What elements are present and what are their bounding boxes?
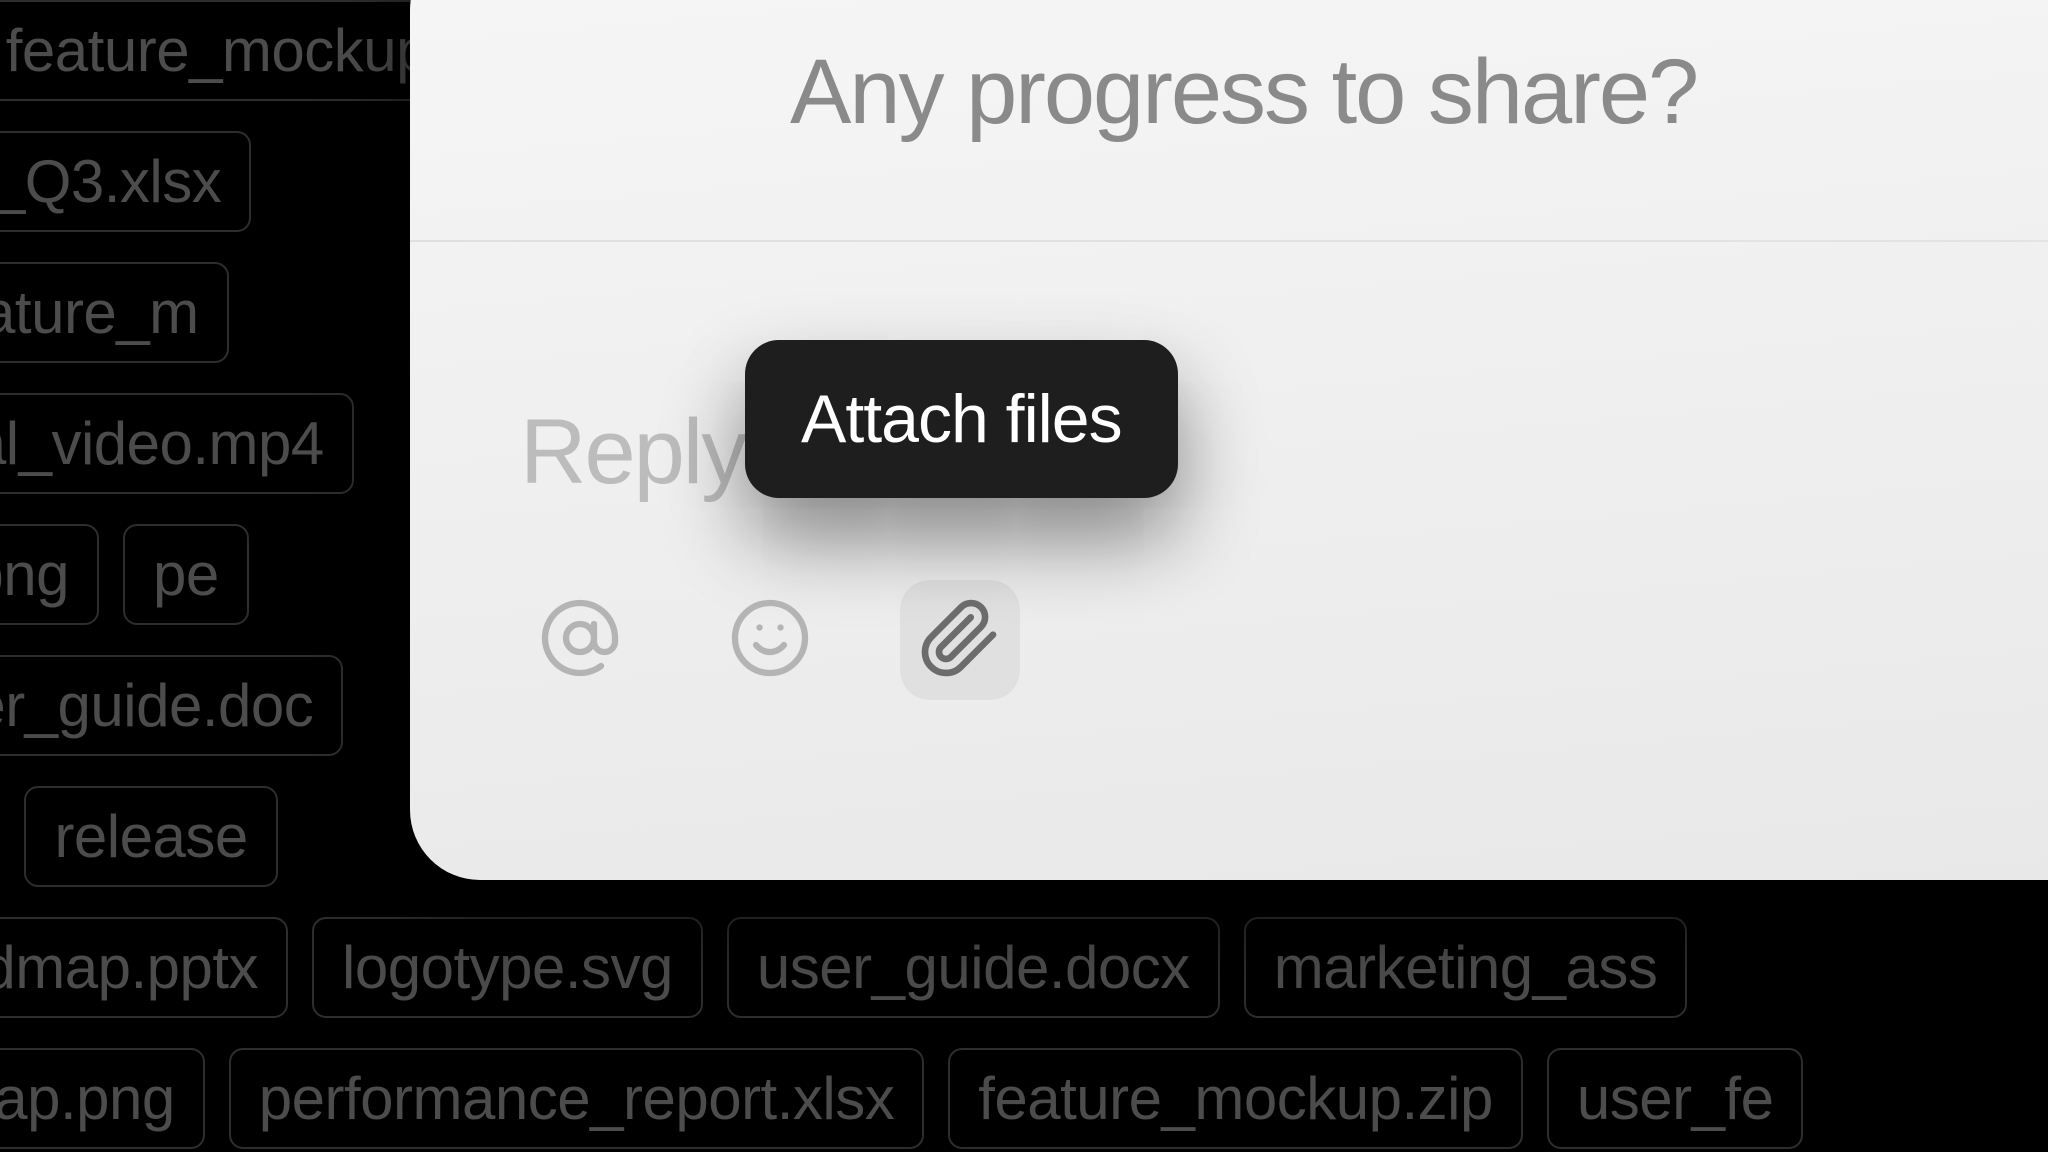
file-chip: iser_guide.doc bbox=[0, 655, 343, 756]
file-chip: release bbox=[24, 786, 277, 887]
at-sign-icon bbox=[538, 596, 622, 685]
file-chip: nal_video.mp4 bbox=[0, 393, 354, 494]
mention-button[interactable] bbox=[520, 580, 640, 700]
attach-files-tooltip: Attach files bbox=[745, 340, 1178, 498]
file-chip: performance_report.xlsx bbox=[229, 1048, 924, 1149]
file-chip: atmap.png bbox=[0, 524, 99, 625]
file-chip: feature_mockup.zip bbox=[948, 1048, 1523, 1149]
smile-icon bbox=[728, 596, 812, 685]
attach-files-button[interactable] bbox=[900, 580, 1020, 700]
file-chip: logotype.svg bbox=[312, 917, 703, 1018]
file-chip: feature_m bbox=[0, 262, 229, 363]
reply-input-placeholder[interactable]: Reply bbox=[520, 400, 745, 505]
file-chip: marketing_ass bbox=[1244, 917, 1688, 1018]
file-chip: oduct_roadmap.pptx bbox=[0, 917, 288, 1018]
incoming-message-text: Any progress to share? bbox=[790, 40, 1697, 145]
file-chip: user_fe bbox=[1547, 1048, 1804, 1149]
file-chip: pe bbox=[123, 524, 249, 625]
compose-action-row bbox=[520, 580, 1020, 700]
card-divider bbox=[410, 240, 2048, 242]
file-chip: user_guide.docx bbox=[727, 917, 1220, 1018]
paperclip-icon bbox=[918, 596, 1002, 685]
file-chip: neatmap.png bbox=[0, 1048, 205, 1149]
chip-row: neatmap.pngperformance_report.xlsxfeatur… bbox=[0, 1048, 2048, 1149]
reply-card: Any progress to share? Reply Attach file… bbox=[410, 0, 2048, 880]
file-chip: ary_Q3.xlsx bbox=[0, 131, 251, 232]
emoji-button[interactable] bbox=[710, 580, 830, 700]
chip-row: oduct_roadmap.pptxlogotype.svguser_guide… bbox=[0, 917, 2048, 1018]
